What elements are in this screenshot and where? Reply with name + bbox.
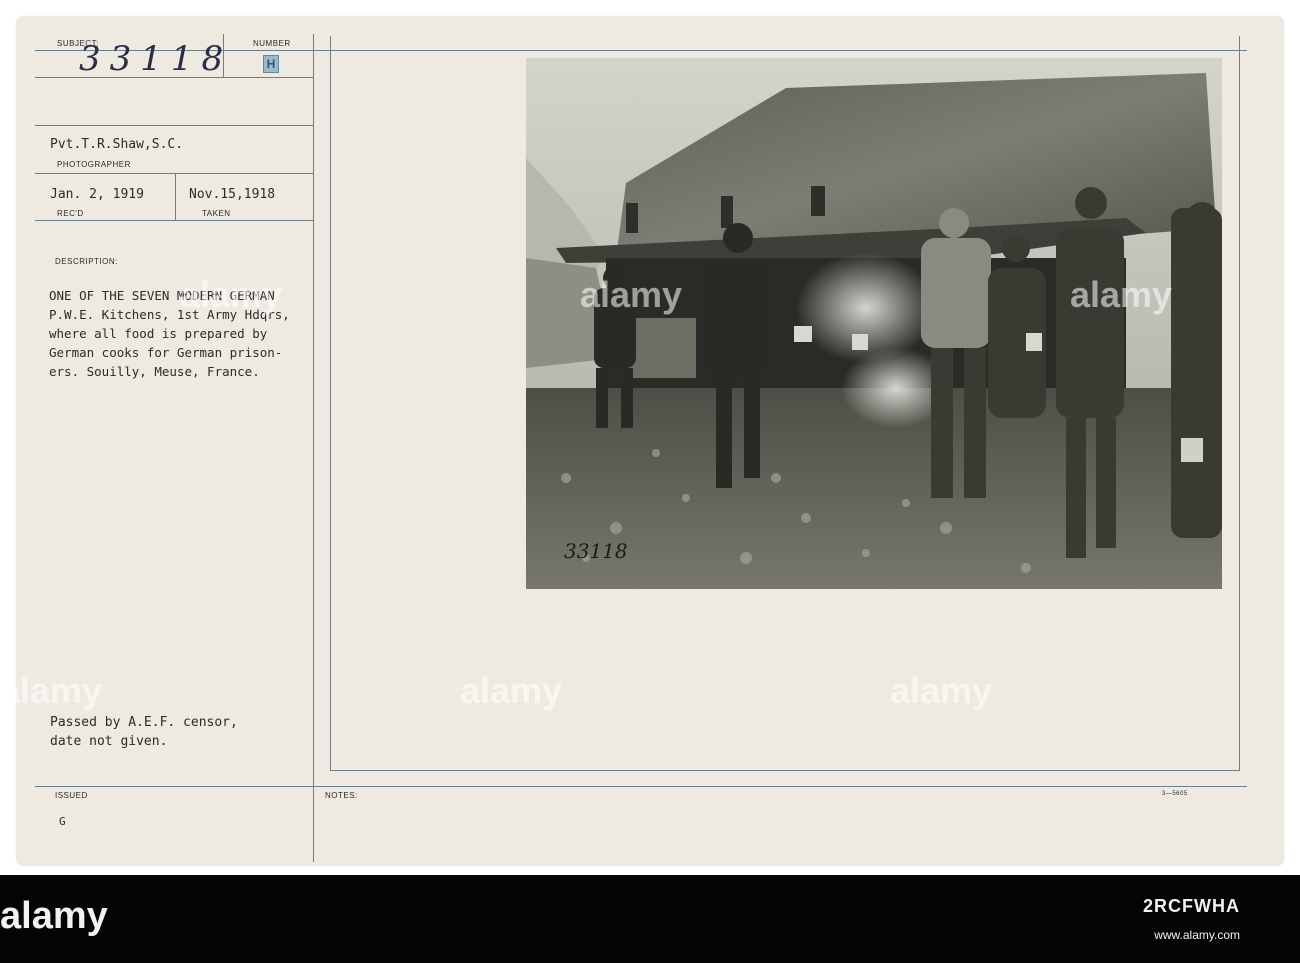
watermark: alamy bbox=[0, 670, 103, 711]
subject-number: 33118 bbox=[79, 39, 233, 79]
number-stamp: H bbox=[263, 55, 279, 73]
watermark: alamy bbox=[1070, 274, 1173, 315]
photo-area-left-rule bbox=[330, 36, 331, 770]
received-date: Jan. 2, 1919 bbox=[50, 187, 144, 202]
photograph-illustration: 33118 bbox=[526, 58, 1222, 589]
number-label: NUMBER bbox=[253, 39, 291, 48]
watermark: alamy bbox=[890, 670, 993, 711]
cup bbox=[1181, 438, 1203, 462]
photo-area-right-rule bbox=[1239, 36, 1240, 770]
issued-label: ISSUED bbox=[55, 791, 88, 800]
description-label: DESCRIPTION: bbox=[55, 257, 118, 266]
received-label: REC'D bbox=[57, 209, 84, 218]
site-url: www.alamy.com bbox=[1154, 928, 1240, 942]
description-line: where all food is prepared by bbox=[49, 326, 268, 341]
photographer-name: Pvt.T.R.Shaw,S.C. bbox=[50, 137, 184, 152]
photographer-label: PHOTOGRAPHER bbox=[57, 160, 131, 169]
taken-label: TAKEN bbox=[202, 209, 231, 218]
censor-line-1: Passed by A.E.F. censor, bbox=[50, 715, 238, 730]
photographer-bottom-rule bbox=[35, 173, 313, 174]
alamy-brand: alamy bbox=[0, 895, 108, 937]
description-line: German cooks for German prison- bbox=[49, 345, 283, 360]
watermark: alamy bbox=[460, 670, 563, 711]
censor-line-2: date not given. bbox=[50, 734, 168, 749]
kitchen-photograph: 33118 bbox=[526, 58, 1222, 589]
taken-date: Nov.15,1918 bbox=[189, 187, 276, 202]
photo-area-bottom-rule bbox=[330, 770, 1240, 771]
chimney bbox=[626, 203, 638, 233]
notes-divider bbox=[313, 786, 314, 846]
cup bbox=[794, 326, 812, 342]
watermark: alamy bbox=[180, 274, 283, 315]
stove bbox=[626, 318, 696, 378]
notes-top-rule bbox=[35, 786, 1247, 787]
photographer-top-rule bbox=[35, 125, 313, 126]
issued-value: G bbox=[59, 815, 66, 828]
image-id: 2RCFWHA bbox=[1143, 896, 1240, 916]
negative-number: 33118 bbox=[564, 539, 628, 563]
cup bbox=[852, 334, 868, 350]
watermark: alamy bbox=[580, 274, 683, 315]
chimney bbox=[811, 186, 825, 216]
cup bbox=[1026, 333, 1042, 351]
stock-strip bbox=[0, 875, 1300, 963]
chimney bbox=[721, 196, 733, 228]
form-code: 3—5605 bbox=[1162, 791, 1188, 797]
date-divider bbox=[175, 173, 176, 221]
date-bottom-rule bbox=[35, 220, 313, 221]
left-column-right-rule bbox=[313, 34, 314, 862]
notes-label: NOTES: bbox=[325, 791, 358, 800]
description-line: ers. Souilly, Meuse, France. bbox=[49, 364, 260, 379]
